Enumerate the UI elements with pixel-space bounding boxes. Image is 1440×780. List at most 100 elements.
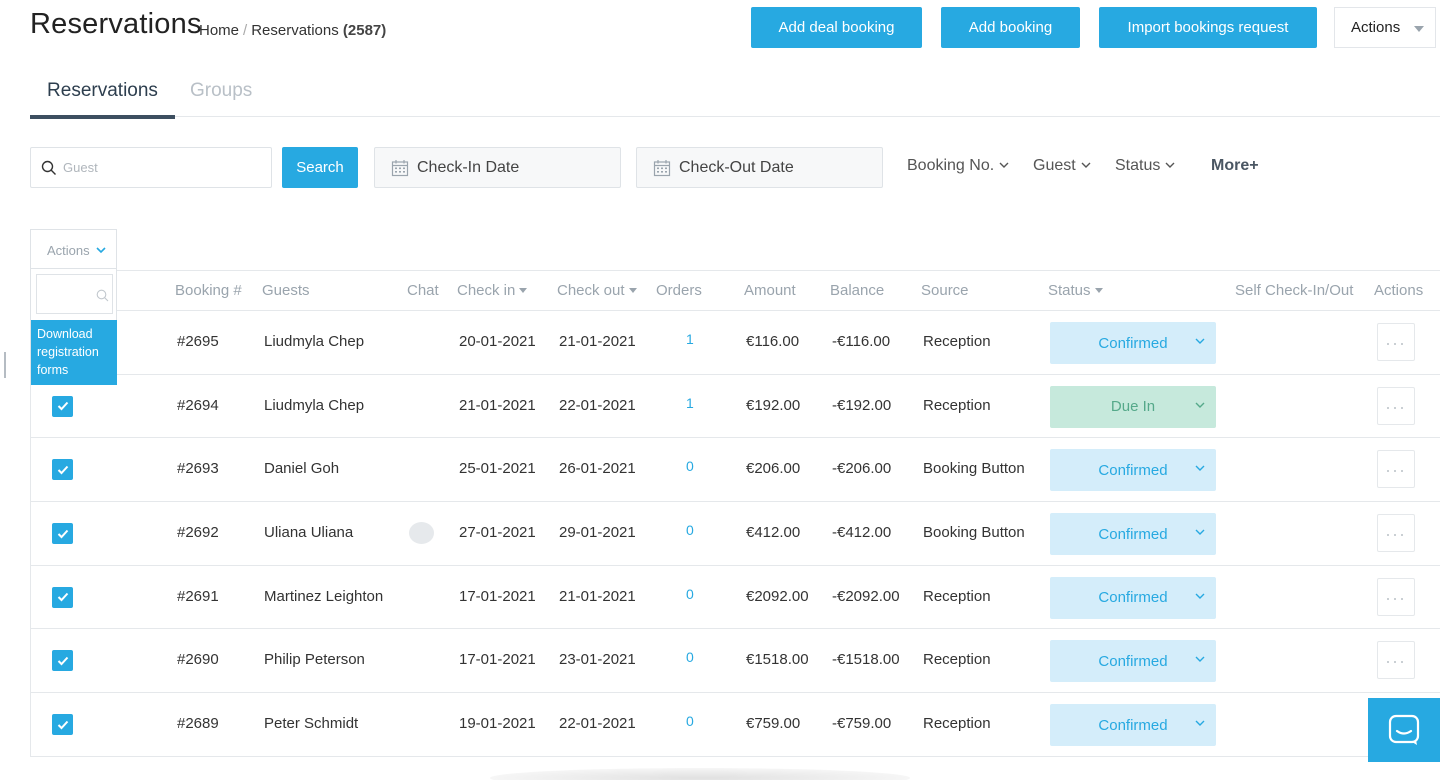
guest-name[interactable]: Daniel Goh <box>264 460 339 477</box>
guest-name[interactable]: Martinez Leighton <box>264 588 383 605</box>
col-check-out-sortable[interactable]: Check out <box>557 282 637 299</box>
orders-link[interactable]: 0 <box>686 586 694 602</box>
booking-number[interactable]: #2695 <box>177 333 219 350</box>
sort-icon <box>628 288 637 293</box>
reservations-table: Booking # Guests Chat Check in Check out… <box>30 270 1440 757</box>
messenger-widget-button[interactable] <box>1368 698 1440 762</box>
balance: -€412.00 <box>832 524 892 542</box>
actions-dropdown[interactable]: Actions <box>1334 7 1436 48</box>
check-in-date: 20-01-2021 <box>459 333 536 350</box>
row-actions-button[interactable]: ... <box>1377 514 1415 553</box>
booking-number[interactable]: #2690 <box>177 651 219 668</box>
add-deal-booking-button[interactable]: Add deal booking <box>751 7 922 48</box>
orders-link[interactable]: 0 <box>686 713 694 729</box>
check-in-date: 17-01-2021 <box>459 587 536 605</box>
guest-search-field[interactable] <box>30 147 272 188</box>
row-actions-button[interactable]: ... <box>1377 577 1415 616</box>
col-status-sortable[interactable]: Status <box>1048 282 1103 299</box>
booking-number[interactable]: #2689 <box>177 715 219 732</box>
tab-reservations[interactable]: Reservations <box>30 80 175 119</box>
balance: -€1518.00 <box>832 651 900 669</box>
check-out-date-picker[interactable]: Check-Out Date <box>636 147 883 188</box>
row-checkbox[interactable] <box>52 395 73 417</box>
row-actions-button[interactable]: ... <box>1377 323 1415 361</box>
source: Reception <box>923 651 991 669</box>
table-row[interactable]: #2692 Uliana Uliana 27-01-2021 29-01-2021 0 €… <box>31 502 1440 566</box>
guest-name[interactable]: Liudmyla Chep <box>264 397 364 414</box>
check-in-date: 25-01-2021 <box>459 460 536 478</box>
amount: €412.00 <box>746 524 801 542</box>
bulk-actions-dropdown[interactable]: Actions <box>30 229 117 271</box>
add-booking-button[interactable]: Add booking <box>941 7 1080 48</box>
guest-search-input[interactable] <box>63 160 263 175</box>
check-icon <box>57 529 68 539</box>
status-label: Confirmed <box>1098 652 1168 670</box>
table-row[interactable]: #2695 Liudmyla Chep 20-01-2021 21-01-2021 1 €… <box>31 311 1440 375</box>
booking-number[interactable]: #2692 <box>177 524 219 541</box>
guest-name[interactable]: Peter Schmidt <box>264 715 358 732</box>
row-checkbox[interactable] <box>52 459 73 481</box>
orders-link[interactable]: 0 <box>686 458 694 474</box>
bulk-actions-search-input[interactable] <box>36 274 113 314</box>
guest-name[interactable]: Philip Peterson <box>264 651 365 668</box>
sort-icon <box>519 288 528 293</box>
status-select[interactable]: Confirmed <box>1050 322 1216 364</box>
row-actions-button[interactable]: ... <box>1377 450 1415 489</box>
search-button[interactable]: Search <box>282 147 358 188</box>
source: Reception <box>923 715 991 733</box>
check-icon <box>57 465 68 475</box>
source: Booking Button <box>923 460 1025 478</box>
col-check-in-sortable[interactable]: Check in <box>457 282 528 299</box>
check-in-date: 19-01-2021 <box>459 715 536 733</box>
table-header: Booking # Guests Chat Check in Check out… <box>31 271 1440 311</box>
breadcrumb-home[interactable]: Home <box>199 22 239 39</box>
more-filters-link[interactable]: More+ <box>1211 157 1259 175</box>
booking-number[interactable]: #2693 <box>177 460 219 477</box>
table-row[interactable]: #2693 Daniel Goh 25-01-2021 26-01-2021 0 €206… <box>31 438 1440 503</box>
search-icon <box>41 160 56 175</box>
more-dots-icon: ... <box>1385 583 1407 604</box>
source: Reception <box>923 333 991 350</box>
row-checkbox[interactable] <box>52 586 73 608</box>
status-select[interactable]: Confirmed <box>1050 513 1216 556</box>
calendar-icon <box>391 159 409 176</box>
orders-link[interactable]: 0 <box>686 522 694 538</box>
download-registration-forms-item[interactable]: Download registration forms <box>31 320 117 385</box>
import-bookings-button[interactable]: Import bookings request <box>1099 7 1317 48</box>
status-filter[interactable]: Status <box>1115 157 1175 175</box>
resize-handle[interactable] <box>4 352 6 378</box>
table-row[interactable]: #2690 Philip Peterson 17-01-2021 23-01-2021… <box>31 629 1440 694</box>
table-row[interactable]: #2689 Peter Schmidt 19-01-2021 22-01-2021 0 €… <box>31 693 1440 757</box>
chat-icon[interactable] <box>409 522 434 545</box>
row-actions-button[interactable]: ... <box>1377 641 1415 680</box>
booking-number[interactable]: #2694 <box>177 397 219 414</box>
messenger-icon <box>1388 714 1420 745</box>
row-checkbox[interactable] <box>52 523 73 545</box>
guest-name[interactable]: Liudmyla Chep <box>264 333 364 350</box>
booking-no-filter[interactable]: Booking No. <box>907 157 1009 175</box>
table-row[interactable]: #2691 Martinez Leighton 17-01-2021 21-01-20… <box>31 566 1440 630</box>
row-checkbox[interactable] <box>52 714 73 736</box>
status-select[interactable]: Confirmed <box>1050 704 1216 747</box>
table-row[interactable]: #2694 Liudmyla Chep 21-01-2021 22-01-2021 1 €… <box>31 375 1440 439</box>
status-label: Due In <box>1110 398 1156 416</box>
status-select[interactable]: Due In <box>1050 385 1216 428</box>
search-icon <box>96 289 109 302</box>
check-out-date: 23-01-2021 <box>559 651 636 669</box>
more-dots-icon: ... <box>1385 392 1407 413</box>
row-actions-button[interactable]: ... <box>1377 386 1415 425</box>
status-select[interactable]: Confirmed <box>1050 640 1216 683</box>
row-checkbox[interactable] <box>52 650 73 672</box>
orders-link[interactable]: 1 <box>686 331 694 347</box>
check-in-date-picker[interactable]: Check-In Date <box>374 147 621 188</box>
status-filter-label: Status <box>1115 157 1161 174</box>
guest-filter[interactable]: Guest <box>1033 157 1091 175</box>
orders-link[interactable]: 0 <box>686 649 694 665</box>
tab-groups[interactable]: Groups <box>190 80 252 102</box>
col-check-in: Check in <box>457 282 516 299</box>
status-select[interactable]: Confirmed <box>1050 576 1216 619</box>
status-select[interactable]: Confirmed <box>1050 449 1216 492</box>
guest-name[interactable]: Uliana Uliana <box>264 524 353 541</box>
booking-number[interactable]: #2691 <box>177 588 219 605</box>
orders-link[interactable]: 1 <box>686 395 694 411</box>
